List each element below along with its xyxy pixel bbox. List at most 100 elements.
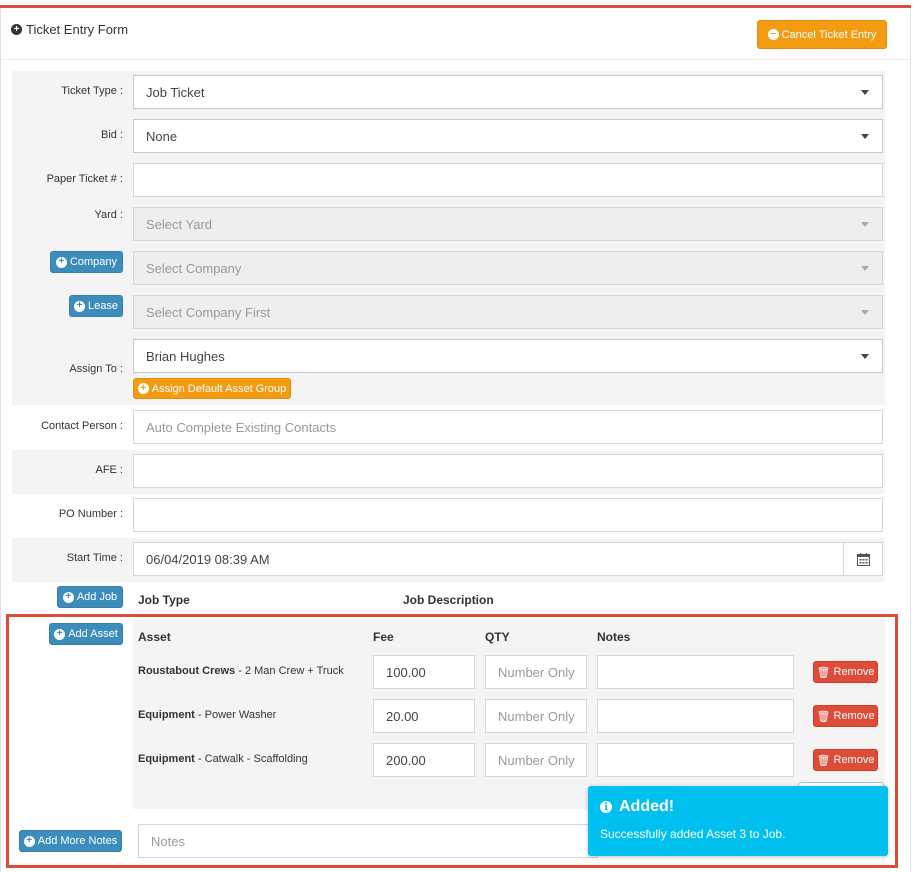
- notes-input[interactable]: Notes: [138, 824, 598, 858]
- asset-row-1-notes-input[interactable]: [597, 655, 794, 689]
- panel-left-border: [0, 8, 1, 872]
- plus-circle-icon: +: [11, 24, 22, 35]
- asset-row-3-remove-button[interactable]: 🗑 Remove: [813, 749, 878, 771]
- toast-title-text: Added!: [619, 798, 675, 815]
- add-job-button[interactable]: + Add Job: [57, 586, 123, 608]
- job-type-header: Job Type: [138, 593, 190, 607]
- paper-ticket-input[interactable]: [133, 163, 883, 197]
- success-toast[interactable]: i Added! Successfully added Asset 3 to J…: [588, 786, 888, 856]
- bid-value: None: [146, 128, 178, 144]
- header-divider: [1, 59, 910, 60]
- assign-to-label: Assign To :: [69, 363, 123, 375]
- asset-category: Equipment: [138, 709, 195, 721]
- asset-row-1-name: Roustabout Crews - 2 Man Crew + Truck: [138, 665, 344, 677]
- asset-row-2-remove-button[interactable]: 🗑 Remove: [813, 705, 878, 727]
- panel-right-border: [910, 8, 911, 872]
- start-time-label: Start Time :: [66, 552, 123, 564]
- notes-header: Notes: [597, 630, 631, 644]
- assign-to-select[interactable]: Brian Hughes: [133, 339, 883, 373]
- asset-row-3-fee-input[interactable]: 200.00: [373, 743, 475, 777]
- add-company-label: Company: [69, 256, 118, 268]
- info-icon: i: [600, 801, 612, 813]
- toast-message: Successfully added Asset 3 to Job.: [600, 827, 786, 841]
- trash-icon: 🗑: [816, 710, 831, 723]
- caret-down-icon: [861, 90, 869, 95]
- afe-input[interactable]: [133, 454, 883, 488]
- asset-row-2-name: Equipment - Power Washer: [138, 709, 276, 721]
- qty-placeholder: Number Only: [498, 752, 575, 768]
- ticket-type-label: Ticket Type :: [61, 85, 123, 97]
- paper-ticket-label: Paper Ticket # :: [46, 173, 123, 185]
- assign-to-value: Brian Hughes: [146, 348, 225, 364]
- assign-default-asset-group-label: Assign Default Asset Group: [151, 382, 287, 395]
- caret-down-icon: [861, 222, 869, 227]
- add-lease-label: Lease: [88, 300, 118, 312]
- lease-select[interactable]: Select Company First: [133, 295, 883, 329]
- asset-item: - Power Washer: [194, 709, 277, 721]
- add-lease-button[interactable]: + Lease: [69, 295, 123, 317]
- company-select[interactable]: Select Company: [133, 251, 883, 285]
- asset-category: Equipment: [138, 753, 195, 765]
- fee-value: 20.00: [386, 708, 419, 724]
- asset-row-3-name: Equipment - Catwalk - Scaffolding: [138, 753, 308, 765]
- yard-select[interactable]: Select Yard: [133, 207, 883, 241]
- asset-item: - Catwalk - Scaffolding: [194, 753, 308, 765]
- asset-row-3-qty-input[interactable]: Number Only: [485, 743, 587, 777]
- asset-row-1-remove-button[interactable]: 🗑 Remove: [813, 661, 878, 683]
- bid-select[interactable]: None: [133, 119, 883, 153]
- ticket-type-select[interactable]: Job Ticket: [133, 75, 883, 109]
- notes-placeholder: Notes: [151, 833, 185, 849]
- page-title: + Ticket Entry Form: [11, 22, 128, 37]
- yard-label: Yard :: [94, 209, 123, 221]
- contact-person-input[interactable]: Auto Complete Existing Contacts: [133, 410, 883, 444]
- yard-placeholder: Select Yard: [146, 216, 213, 232]
- asset-row-1-qty-input[interactable]: Number Only: [485, 655, 587, 689]
- plus-circle-icon: +: [62, 591, 74, 603]
- remove-label: Remove: [833, 666, 875, 678]
- asset-row-2-qty-input[interactable]: Number Only: [485, 699, 587, 733]
- asset-header: Asset: [138, 630, 171, 644]
- contact-person-placeholder: Auto Complete Existing Contacts: [146, 419, 337, 435]
- toast-title: i Added!: [600, 798, 674, 816]
- job-description-header: Job Description: [403, 593, 494, 607]
- contact-person-label: Contact Person :: [41, 420, 123, 432]
- plus-circle-icon: +: [74, 300, 85, 312]
- lease-placeholder: Select Company First: [146, 304, 271, 320]
- qty-placeholder: Number Only: [498, 708, 575, 724]
- asset-row-3-notes-input[interactable]: [597, 743, 794, 777]
- plus-circle-icon: +: [55, 256, 67, 268]
- cancel-ticket-entry-button[interactable]: − Cancel Ticket Entry: [757, 20, 887, 49]
- add-asset-label: Add Asset: [68, 628, 118, 640]
- caret-down-icon: [861, 134, 869, 139]
- asset-row-2-notes-input[interactable]: [597, 699, 794, 733]
- asset-row-1-fee-input[interactable]: 100.00: [373, 655, 475, 689]
- plus-circle-icon: +: [54, 628, 66, 640]
- assign-default-asset-group-button[interactable]: + Assign Default Asset Group: [133, 378, 291, 399]
- caret-down-icon: [861, 310, 869, 315]
- add-job-label: Add Job: [76, 591, 118, 603]
- add-more-notes-label: Add More Notes: [37, 835, 118, 847]
- calendar-icon: [856, 552, 870, 566]
- ticket-type-value: Job Ticket: [146, 84, 205, 100]
- fee-value: 200.00: [386, 752, 426, 768]
- remove-label: Remove: [833, 710, 875, 722]
- add-asset-button[interactable]: + Add Asset: [49, 623, 123, 645]
- add-company-button[interactable]: + Company: [50, 251, 123, 273]
- page-title-text: Ticket Entry Form: [26, 22, 129, 37]
- minus-circle-icon: −: [767, 29, 779, 40]
- fee-header: Fee: [373, 630, 394, 644]
- add-more-notes-button[interactable]: + Add More Notes: [19, 830, 122, 852]
- calendar-icon-button[interactable]: [843, 543, 882, 575]
- asset-item: - 2 Man Crew + Truck: [235, 665, 344, 677]
- po-number-input[interactable]: [133, 498, 883, 532]
- asset-category: Roustabout Crews: [138, 665, 236, 677]
- start-time-input[interactable]: 06/04/2019 08:39 AM: [133, 542, 883, 576]
- caret-down-icon: [861, 354, 869, 359]
- po-number-label: PO Number :: [58, 508, 123, 520]
- plus-circle-icon: +: [23, 835, 35, 847]
- bid-label: Bid :: [100, 129, 123, 141]
- company-placeholder: Select Company: [146, 260, 242, 276]
- fee-value: 100.00: [386, 664, 426, 680]
- qty-header: QTY: [485, 630, 510, 644]
- asset-row-2-fee-input[interactable]: 20.00: [373, 699, 475, 733]
